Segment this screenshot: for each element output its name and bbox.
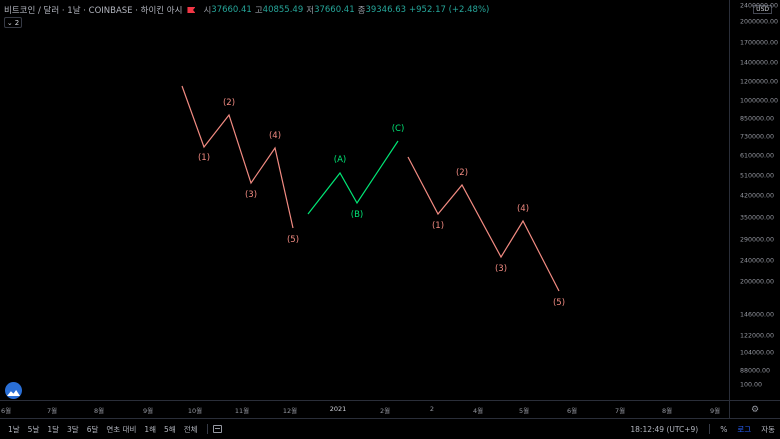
range-1d[interactable]: 1날 bbox=[0, 424, 24, 435]
open-label: 시 bbox=[203, 6, 212, 16]
price-tick-label: 510000.00 bbox=[740, 172, 775, 180]
indicators-count: 2 bbox=[14, 18, 20, 27]
impulse-wave-1-label[interactable]: (3) bbox=[245, 190, 257, 200]
time-tick-label: 2월 bbox=[379, 407, 391, 415]
chevron-down-icon: ⌄ bbox=[6, 18, 13, 27]
time-tick-label: 2021 bbox=[329, 405, 347, 413]
price-tick-label: 2000000.00 bbox=[740, 18, 779, 26]
flag-icon[interactable] bbox=[187, 7, 196, 13]
price-tick-label: 1400000.00 bbox=[740, 59, 779, 67]
price-tick-label: 88000.00 bbox=[740, 367, 771, 375]
range-6m[interactable]: 6달 bbox=[83, 424, 103, 435]
chart-settings-button[interactable]: ⚙ bbox=[729, 400, 780, 418]
range-3m[interactable]: 3달 bbox=[63, 424, 83, 435]
open-value: 37660.41 bbox=[211, 5, 252, 15]
change-value: +952.17 (+2.48%) bbox=[409, 5, 490, 15]
corrective-wave-line[interactable] bbox=[307, 140, 399, 215]
impulse-wave-2-label[interactable]: (2) bbox=[456, 168, 468, 178]
range-all[interactable]: 전체 bbox=[180, 424, 202, 435]
time-tick-label: 5월 bbox=[518, 407, 530, 415]
impulse-wave-2-label[interactable]: (3) bbox=[495, 264, 507, 274]
price-tick-label: 100.00 bbox=[740, 381, 763, 389]
impulse-wave-1-label[interactable]: (5) bbox=[287, 235, 299, 245]
price-tick-label: 290000.00 bbox=[740, 236, 775, 244]
time-tick-label: 9월 bbox=[142, 407, 154, 415]
tradingview-logo-icon[interactable] bbox=[5, 382, 22, 399]
price-tick-label: 420000.00 bbox=[740, 192, 775, 200]
impulse-wave-1-label[interactable]: (1) bbox=[198, 153, 210, 163]
symbol-header: 비트코인 / 달러 · 1날 · COINBASE · 하이킨 아시 시 3766… bbox=[4, 3, 489, 17]
range-5y[interactable]: 5해 bbox=[160, 424, 180, 435]
price-tick-label: 350000.00 bbox=[740, 214, 775, 222]
range-1y[interactable]: 1해 bbox=[140, 424, 160, 435]
time-tick-label: 4월 bbox=[472, 407, 484, 415]
toolbar-divider bbox=[206, 424, 208, 434]
time-tick-label: 6월 bbox=[566, 407, 578, 415]
low-value: 37660.41 bbox=[314, 5, 355, 15]
price-axis[interactable]: USD 2400000.00 2000000.00 1700000.00 140000… bbox=[729, 0, 780, 400]
close-value: 39346.63 bbox=[365, 5, 407, 15]
impulse-wave-2-label[interactable]: (1) bbox=[432, 221, 444, 231]
range-1m[interactable]: 1달 bbox=[43, 424, 63, 435]
time-tick-label: 8월 bbox=[661, 407, 673, 415]
calendar-icon[interactable] bbox=[212, 425, 222, 433]
time-tick-label: 12월 bbox=[282, 407, 298, 415]
impulse-wave-2-line[interactable] bbox=[407, 156, 560, 292]
clock[interactable]: 18:12:49 (UTC+9) bbox=[624, 425, 704, 434]
price-tick-label: 122000.00 bbox=[740, 332, 775, 340]
range-5d[interactable]: 5날 bbox=[24, 424, 44, 435]
auto-toggle[interactable]: 자동 bbox=[756, 424, 780, 435]
time-tick-label: 8월 bbox=[93, 407, 105, 415]
price-tick-label: 104000.00 bbox=[740, 349, 775, 357]
log-toggle[interactable]: 로그 bbox=[732, 424, 756, 435]
impulse-wave-2-label[interactable]: (4) bbox=[517, 204, 529, 214]
high-value: 40855.49 bbox=[262, 5, 304, 15]
indicators-toggle[interactable]: ⌄ 2 bbox=[4, 17, 22, 28]
time-tick-label: 10월 bbox=[187, 407, 203, 415]
time-tick-label: 6월 bbox=[0, 407, 12, 415]
price-tick-label: 730000.00 bbox=[740, 133, 775, 141]
corrective-wave-label[interactable]: (B) bbox=[351, 210, 363, 220]
impulse-wave-1-label[interactable]: (2) bbox=[223, 98, 235, 108]
price-tick-label: 240000.00 bbox=[740, 257, 775, 265]
high-label: 고 bbox=[254, 6, 263, 16]
gear-icon: ⚙ bbox=[750, 404, 760, 415]
chart-app: (1) (2) (3) (4) (5) (A) (B) (C) (1) (2) (3) (4) (5) … bbox=[0, 0, 780, 439]
price-tick-label: 1200000.00 bbox=[740, 78, 779, 86]
close-label: 종 bbox=[357, 6, 366, 16]
corrective-wave-label[interactable]: (A) bbox=[334, 155, 346, 165]
toolbar-divider bbox=[709, 424, 711, 434]
price-tick-label: 850000.00 bbox=[740, 115, 775, 123]
time-tick-label: 11월 bbox=[234, 407, 250, 415]
time-axis[interactable]: 6월 7월 8월 9월 10월 11월 12월 2021 2월 2 4월 5월 6월 7월 8월 9월 bbox=[0, 400, 729, 419]
price-tick-label: 1700000.00 bbox=[740, 39, 779, 47]
time-tick-label: 2 bbox=[429, 405, 435, 413]
toolbar-right: 18:12:49 (UTC+9) % 로그 자동 bbox=[624, 424, 780, 435]
price-tick-label: 146000.00 bbox=[740, 311, 775, 319]
price-tick-label: 2400000.00 bbox=[740, 2, 779, 10]
low-label: 저 bbox=[306, 6, 315, 16]
time-tick-label: 7월 bbox=[46, 407, 58, 415]
price-tick-label: 610000.00 bbox=[740, 152, 775, 160]
price-tick-label: 1000000.00 bbox=[740, 97, 779, 105]
time-tick-label: 9월 bbox=[709, 407, 721, 415]
price-tick-label: 200000.00 bbox=[740, 278, 775, 286]
chart-canvas[interactable]: (1) (2) (3) (4) (5) (A) (B) (C) (1) (2) (3) (4) (5) bbox=[0, 0, 729, 400]
symbol-title[interactable]: 비트코인 / 달러 · 1날 · COINBASE · 하이킨 아시 bbox=[4, 4, 182, 16]
time-tick-label: 7월 bbox=[614, 407, 626, 415]
bottom-toolbar: 1날 5날 1달 3달 6달 연초 대비 1해 5해 전체 18:12:49 (… bbox=[0, 418, 780, 439]
percent-toggle[interactable]: % bbox=[715, 425, 732, 434]
corrective-wave-label[interactable]: (C) bbox=[392, 124, 405, 134]
impulse-wave-1-label[interactable]: (4) bbox=[269, 131, 281, 141]
impulse-wave-2-label[interactable]: (5) bbox=[553, 298, 565, 308]
range-ytd[interactable]: 연초 대비 bbox=[102, 424, 140, 435]
